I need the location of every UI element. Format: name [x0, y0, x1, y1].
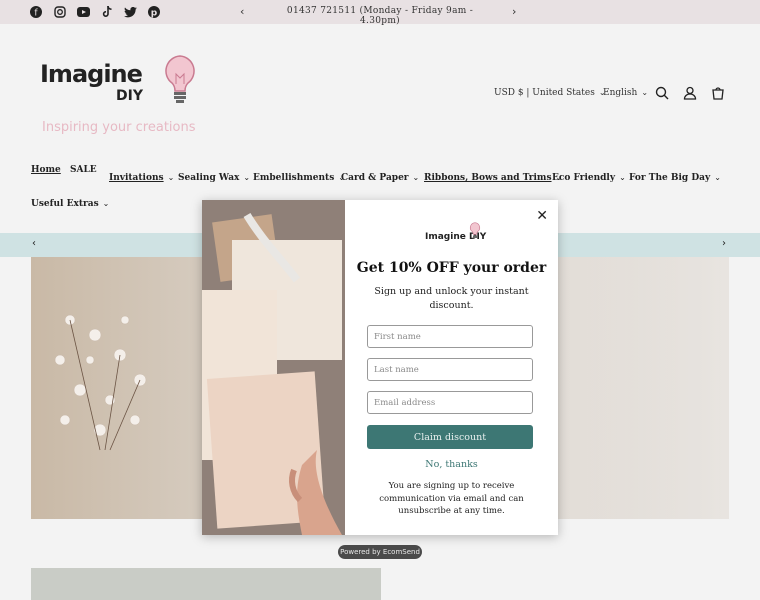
first-name-field[interactable]	[367, 325, 533, 348]
popup-logo: Imagine DIY	[425, 222, 486, 243]
popup-subtitle: Sign up and unlock your instant discount…	[374, 286, 529, 311]
claim-discount-button[interactable]: Claim discount	[367, 425, 533, 449]
lightbulb-icon	[470, 222, 480, 238]
last-name-field[interactable]	[367, 358, 533, 381]
popup-body: ✕ Imagine DIY Get 10% OFF your order Sig…	[345, 200, 558, 535]
popup-legal-text: You are signing up to receive communicat…	[379, 481, 524, 516]
popup-title: Get 10% OFF your order	[356, 260, 547, 276]
close-icon[interactable]: ✕	[536, 208, 548, 224]
popup-image	[202, 200, 345, 535]
email-field[interactable]	[367, 391, 533, 414]
powered-by-badge[interactable]: Powered by EcomSend	[338, 545, 422, 559]
no-thanks-button[interactable]: No, thanks	[345, 459, 558, 470]
discount-popup: ✕ Imagine DIY Get 10% OFF your order Sig…	[202, 200, 558, 535]
